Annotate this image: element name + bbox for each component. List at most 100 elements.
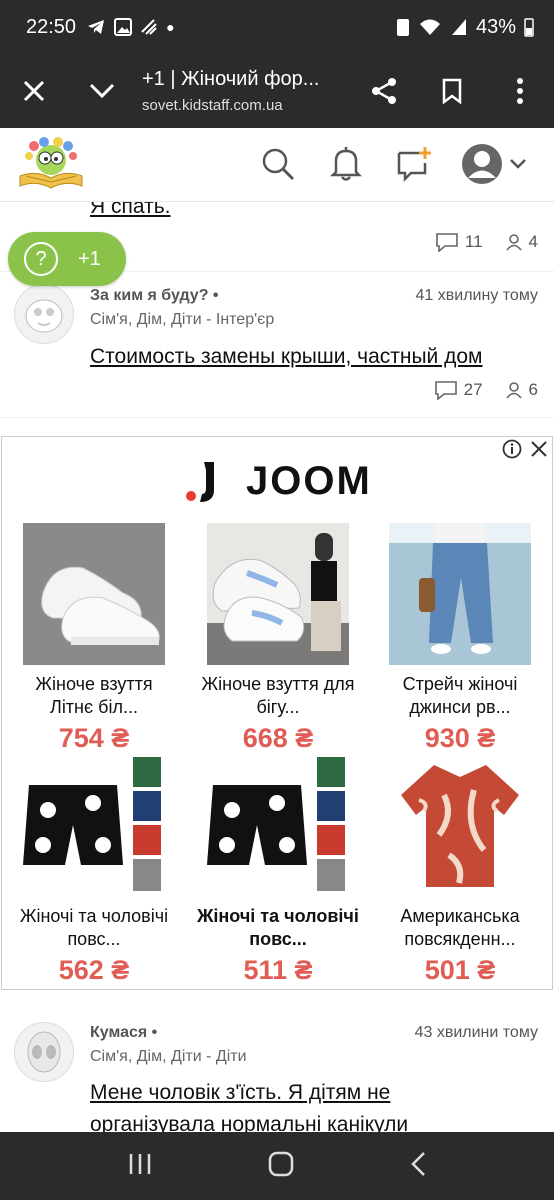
- bookmark-icon: [442, 78, 462, 104]
- flower-shorts-image: [23, 755, 165, 897]
- logo-book-icon: [19, 137, 83, 189]
- chevron-down-icon: [89, 83, 115, 99]
- share-button[interactable]: [350, 54, 418, 128]
- ad-product-price: 501 ₴: [424, 955, 496, 985]
- ad-product-name: Жіночі та чоловічі повс...: [197, 906, 359, 949]
- user-icon: [505, 382, 522, 399]
- post-title-link-continued[interactable]: організувала нормальні канікули: [90, 1110, 540, 1132]
- plus-one-label: +1: [78, 247, 101, 270]
- share-icon: [372, 78, 396, 104]
- status-time: 22:50: [26, 15, 77, 38]
- recents-icon: [130, 1153, 151, 1174]
- avatar[interactable]: [14, 284, 74, 344]
- bookmark-button[interactable]: [418, 54, 486, 128]
- ad-close-icon[interactable]: [530, 440, 548, 458]
- close-button[interactable]: [0, 54, 68, 128]
- ad-product-card[interactable]: Американська повсякденн... 501 ₴: [372, 755, 548, 986]
- ad-product-card[interactable]: Жіноче взуття Літнє біл... 754 ₴: [6, 523, 182, 754]
- ad-product-price: 511 ₴: [243, 955, 313, 985]
- comment-count[interactable]: 11: [435, 232, 483, 252]
- telegram-icon: [88, 20, 105, 34]
- search-icon: [262, 148, 295, 181]
- white-blue-sneakers-image: [207, 523, 349, 665]
- post-category[interactable]: Сім'я, Дім, Діти - Діти: [90, 1048, 247, 1066]
- recents-button[interactable]: [127, 1152, 153, 1181]
- add-comment-icon: [397, 147, 431, 183]
- avatar[interactable]: [14, 1022, 74, 1082]
- ripped-jeans-image: [389, 523, 531, 665]
- minimize-button[interactable]: [68, 54, 136, 128]
- status-bar: 22:50 ● 43%: [0, 0, 554, 54]
- battery-percent: 43%: [475, 15, 516, 38]
- ad-product-name: Жіноче взуття для бігу...: [201, 674, 355, 717]
- home-button[interactable]: [268, 1151, 294, 1182]
- hawaiian-shirt-image: [389, 755, 531, 897]
- alien-avatar-icon: [27, 1031, 61, 1073]
- post-category[interactable]: Сім'я, Дім, Діти - Інтер'єр: [90, 311, 274, 329]
- cell-signal-icon: [451, 19, 466, 35]
- post-title-link[interactable]: Стоимость замены крыши, частный дом: [90, 342, 483, 372]
- notification-icons: ●: [86, 17, 175, 37]
- page-url: sovet.kidstaff.com.ua: [142, 97, 283, 114]
- user-count: 4: [505, 232, 538, 252]
- ad-product-name: Американська повсякденн...: [400, 906, 520, 949]
- wifi-icon: [419, 19, 440, 35]
- question-icon: ?: [24, 242, 58, 276]
- ghost-avatar-icon: [25, 299, 63, 333]
- post-title-link[interactable]: Я спать.: [90, 202, 170, 222]
- site-logo[interactable]: [18, 136, 84, 194]
- user-count: 6: [505, 380, 538, 400]
- more-vert-icon: [517, 78, 523, 104]
- comment-icon: [434, 381, 457, 400]
- joom-logo: JOOM: [186, 459, 372, 504]
- search-button[interactable]: [256, 142, 300, 186]
- notifications-button[interactable]: [324, 142, 368, 186]
- page-title-area[interactable]: +1 | Жіночий фор... sovet.kidstaff.com.u…: [136, 68, 350, 114]
- joom-mark-icon: [186, 461, 214, 502]
- post-item: За ким я буду? • 41 хвилину тому Сім'я, …: [0, 272, 554, 418]
- joom-brand: JOOM: [246, 459, 372, 503]
- more-button[interactable]: [486, 54, 554, 128]
- signal-alt-icon: [141, 19, 157, 35]
- close-icon: [23, 80, 45, 102]
- ad-info-icon[interactable]: [502, 439, 522, 459]
- user-icon: [505, 234, 522, 251]
- post-author[interactable]: Кумася •: [90, 1024, 157, 1042]
- plus-one-button[interactable]: ? +1: [8, 232, 126, 286]
- ad-product-price: 668 ₴: [242, 723, 314, 753]
- profile-menu-button[interactable]: [458, 142, 530, 186]
- ad-product-price: 754 ₴: [58, 723, 130, 753]
- chevron-down-icon: [510, 159, 526, 169]
- ad-product-card[interactable]: Жіночі та чоловічі повс... 511 ₴: [190, 755, 366, 986]
- white-sneakers-image: [23, 523, 165, 665]
- post-author[interactable]: За ким я буду? •: [90, 287, 219, 305]
- ad-controls: [502, 439, 548, 459]
- android-nav-bar: [0, 1132, 554, 1200]
- back-button[interactable]: [409, 1151, 427, 1182]
- comment-icon: [436, 233, 458, 252]
- page-title: +1 | Жіночий фор...: [142, 68, 320, 90]
- ad-product-card[interactable]: Стрейч жіночі джинси рв... 930 ₴: [372, 523, 548, 754]
- back-icon: [410, 1151, 425, 1176]
- ad-product-price: 562 ₴: [58, 955, 130, 985]
- avatar-icon: [462, 144, 502, 184]
- ad-product-card[interactable]: Жіноче взуття для бігу... 668 ₴: [190, 523, 366, 754]
- new-post-button[interactable]: [392, 142, 436, 186]
- ad-product-card[interactable]: Жіночі та чоловічі повс... 562 ₴: [6, 755, 182, 986]
- status-right: 43%: [396, 16, 534, 39]
- flower-shorts-image: [207, 755, 349, 897]
- comment-count[interactable]: 27: [434, 380, 483, 400]
- ad-banner[interactable]: JOOM Жіноче взуття Літнє біл... 754 ₴ Жі…: [1, 436, 553, 990]
- ad-product-name: Жіноче взуття Літнє біл...: [35, 674, 153, 717]
- ad-product-name: Жіночі та чоловічі повс...: [19, 906, 169, 949]
- ad-product-name: Стрейч жіночі джинси рв...: [402, 674, 518, 717]
- ad-product-price: 930 ₴: [424, 723, 496, 753]
- bell-icon: [330, 147, 362, 181]
- post-time: 43 хвилини тому: [414, 1024, 538, 1041]
- post-time: 41 хвилину тому: [415, 287, 538, 304]
- site-header: [0, 128, 554, 202]
- post-item: Кумася • 43 хвилини тому Сім'я, Дім, Діт…: [0, 1008, 554, 1132]
- battery-icon: [524, 18, 534, 37]
- home-icon: [268, 1151, 294, 1176]
- post-title-link[interactable]: Мене чоловік з'їсть. Я дітям не: [90, 1078, 540, 1108]
